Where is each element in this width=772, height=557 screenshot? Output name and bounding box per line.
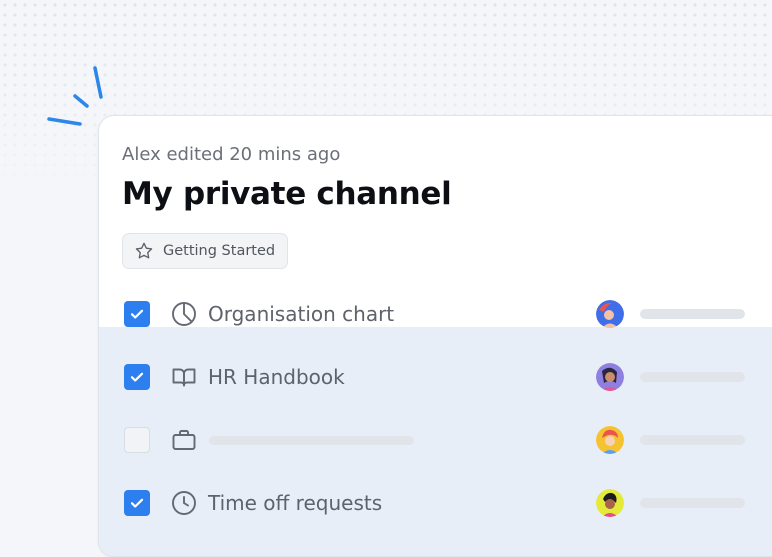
placeholder-label — [209, 436, 414, 445]
item-label: Organisation chart — [208, 302, 395, 326]
document-card: Alex edited 20 mins ago My private chann… — [98, 115, 772, 557]
pie-chart-icon — [171, 301, 197, 327]
item-label: HR Handbook — [208, 365, 345, 389]
placeholder-bar — [640, 309, 745, 319]
edit-meta: Alex edited 20 mins ago — [122, 144, 341, 165]
book-icon — [171, 364, 197, 390]
list-item-hr-handbook[interactable]: HR Handbook — [99, 357, 772, 397]
list-item-time-off-requests[interactable]: Time off requests — [99, 483, 772, 523]
avatar — [596, 426, 624, 454]
tag-getting-started[interactable]: Getting Started — [122, 233, 289, 269]
briefcase-icon — [171, 427, 197, 453]
clock-icon — [171, 490, 197, 516]
item-label: Time off requests — [208, 491, 383, 515]
avatar — [596, 489, 624, 517]
tag-label: Getting Started — [163, 243, 276, 259]
checkbox[interactable] — [124, 490, 150, 516]
star-icon — [134, 241, 154, 261]
placeholder-bar — [640, 372, 745, 382]
list-item-organisation-chart[interactable]: Organisation chart — [99, 294, 772, 334]
sparkle-icon — [47, 66, 103, 126]
page-title: My private channel — [122, 176, 452, 212]
placeholder-bar — [640, 498, 745, 508]
checkbox[interactable] — [124, 301, 150, 327]
list-item-untitled[interactable] — [99, 420, 772, 460]
avatar — [596, 363, 624, 391]
checkbox[interactable] — [124, 427, 150, 453]
checkbox[interactable] — [124, 364, 150, 390]
placeholder-bar — [640, 435, 745, 445]
avatar — [596, 300, 624, 328]
